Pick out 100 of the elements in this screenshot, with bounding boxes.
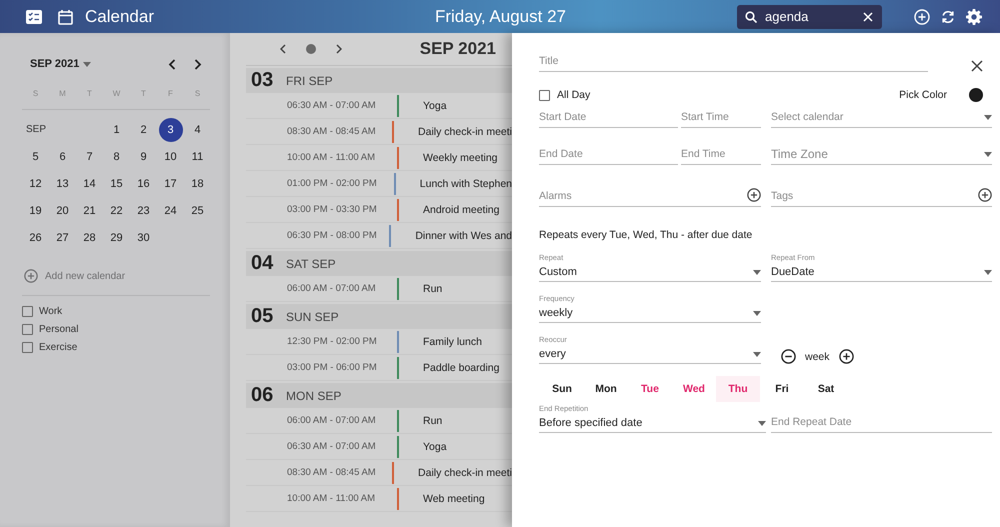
event-title[interactable]: Web meeting bbox=[423, 492, 485, 504]
close-icon[interactable] bbox=[971, 60, 983, 72]
checkbox[interactable] bbox=[22, 324, 33, 335]
calendar-day[interactable]: 15 bbox=[110, 172, 123, 196]
start-date-field[interactable]: Start Date bbox=[539, 106, 678, 128]
calendar-select[interactable]: Select calendar bbox=[771, 106, 992, 128]
event-title[interactable]: Dinner with Wes and bbox=[415, 230, 512, 242]
previous-button[interactable] bbox=[280, 42, 286, 56]
event-time: 08:30 AM - 08:45 AM bbox=[286, 126, 377, 137]
calendar-day[interactable]: 14 bbox=[83, 172, 96, 196]
event-title[interactable]: Android meeting bbox=[423, 204, 500, 216]
calendar-day[interactable]: 8 bbox=[113, 144, 120, 168]
calendar-day[interactable]: 19 bbox=[29, 198, 42, 222]
checkbox[interactable] bbox=[22, 306, 33, 317]
calendar-day[interactable]: 10 bbox=[164, 144, 177, 168]
calendar-day[interactable]: 5 bbox=[32, 144, 39, 168]
plus-circle-icon[interactable] bbox=[747, 188, 761, 202]
weekday-toggle[interactable]: Fri bbox=[760, 376, 804, 402]
day-label: FRI SEP bbox=[286, 74, 333, 88]
time-zone-select[interactable]: Time Zone bbox=[771, 143, 992, 165]
chevron-left-icon[interactable] bbox=[168, 58, 176, 70]
calendar-day[interactable]: 4 bbox=[194, 118, 201, 142]
calendar-day[interactable]: 22 bbox=[110, 198, 123, 222]
calendar-day[interactable]: 16 bbox=[137, 172, 150, 196]
next-button[interactable] bbox=[336, 42, 342, 56]
start-time-field[interactable]: Start Time bbox=[681, 106, 761, 128]
weekday-toggle[interactable]: Thu bbox=[716, 376, 760, 402]
end-time-field[interactable]: End Time bbox=[681, 143, 761, 165]
event-time: 10:00 AM - 11:00 AM bbox=[286, 493, 376, 504]
sync-icon[interactable] bbox=[940, 8, 956, 24]
interval-unit: week bbox=[805, 350, 830, 362]
event-title[interactable]: Weekly meeting bbox=[423, 152, 498, 164]
calendar-name: Exercise bbox=[39, 342, 78, 353]
event-time: 03:00 PM - 03:30 PM bbox=[286, 204, 378, 215]
calendar-day[interactable]: 17 bbox=[164, 172, 177, 196]
calendar-day[interactable]: 30 bbox=[137, 226, 150, 250]
chevron-right-icon[interactable] bbox=[194, 58, 202, 70]
calendar-day[interactable]: 12 bbox=[29, 172, 42, 196]
event-title[interactable]: Daily check-in meeti bbox=[418, 126, 512, 138]
calendar-day[interactable]: 3 bbox=[158, 118, 182, 142]
weekday-toggle[interactable]: Tue bbox=[628, 376, 672, 402]
alarms-field[interactable]: Alarms bbox=[539, 185, 761, 207]
title-field[interactable]: Title bbox=[539, 50, 928, 72]
checkbox[interactable] bbox=[539, 90, 550, 100]
event-title[interactable]: Run bbox=[423, 414, 442, 426]
calendar-day[interactable]: 9 bbox=[140, 144, 147, 168]
event-title[interactable]: Run bbox=[423, 282, 442, 294]
today-button[interactable] bbox=[306, 44, 316, 54]
weekday-toggle[interactable]: Wed bbox=[672, 376, 716, 402]
search-icon bbox=[745, 10, 757, 22]
calendar-day[interactable]: 27 bbox=[56, 226, 69, 250]
calendar-day[interactable]: 2 bbox=[140, 118, 147, 142]
event-time: 01:00 PM - 02:00 PM bbox=[286, 178, 378, 189]
event-time: 06:30 AM - 07:00 AM bbox=[286, 100, 377, 111]
event-title[interactable]: Paddle boarding bbox=[423, 362, 500, 374]
search-field[interactable]: agenda bbox=[737, 4, 882, 28]
plus-circle-icon[interactable] bbox=[978, 188, 992, 202]
color-swatch[interactable] bbox=[969, 88, 983, 102]
weekday-label: T bbox=[140, 88, 147, 100]
calendar-day[interactable]: 25 bbox=[191, 198, 204, 222]
weekday-toggle[interactable]: Mon bbox=[584, 376, 628, 402]
weekday-toggle[interactable]: Sun bbox=[540, 376, 584, 402]
calendar-day[interactable]: 18 bbox=[191, 172, 204, 196]
checklist-icon[interactable] bbox=[26, 10, 42, 24]
end-date-field[interactable]: End Date bbox=[539, 143, 678, 165]
event-time: 12:30 PM - 02:00 PM bbox=[286, 336, 378, 347]
calendar-day[interactable]: 20 bbox=[56, 198, 69, 222]
day-number: 03 bbox=[250, 69, 274, 92]
settings-icon[interactable] bbox=[966, 8, 982, 24]
calendar-icon[interactable] bbox=[58, 8, 73, 24]
event-title[interactable]: Daily check-in meeti bbox=[418, 466, 512, 478]
event-time: 06:30 PM - 08:00 PM bbox=[286, 230, 378, 241]
calendar-day[interactable]: 23 bbox=[137, 198, 150, 222]
checkbox[interactable] bbox=[22, 342, 33, 353]
plus-circle-icon[interactable] bbox=[838, 349, 854, 364]
minus-circle-icon[interactable] bbox=[781, 349, 796, 364]
calendar-name: Personal bbox=[39, 324, 78, 335]
end-repeat-date-field[interactable]: End Repeat Date bbox=[771, 411, 992, 433]
calendar-day[interactable]: 11 bbox=[192, 144, 204, 168]
calendar-day[interactable]: 29 bbox=[110, 226, 123, 250]
calendar-day[interactable]: 26 bbox=[29, 226, 42, 250]
calendar-day[interactable]: 28 bbox=[83, 226, 96, 250]
event-title[interactable]: Yoga bbox=[423, 100, 447, 112]
weekday-toggle[interactable]: Sat bbox=[804, 376, 848, 402]
calendar-day[interactable]: 6 bbox=[59, 144, 66, 168]
month-label: SEP bbox=[25, 123, 48, 137]
calendar-day[interactable]: 7 bbox=[86, 144, 93, 168]
calendar-day[interactable]: 13 bbox=[56, 172, 69, 196]
repeat-summary: Repeats every Tue, Wed, Thu - after due date bbox=[539, 229, 754, 241]
event-title[interactable]: Lunch with Stephen bbox=[420, 178, 512, 190]
calendar-day[interactable]: 21 bbox=[83, 198, 96, 222]
event-time: 08:30 AM - 08:45 AM bbox=[286, 467, 377, 478]
event-title[interactable]: Family lunch bbox=[423, 336, 482, 348]
calendar-day[interactable]: 1 bbox=[113, 118, 120, 142]
calendar-day[interactable]: 24 bbox=[164, 198, 177, 222]
day-label: SUN SEP bbox=[286, 310, 339, 324]
month-picker[interactable]: SEP 2021 bbox=[30, 58, 92, 70]
tags-field[interactable]: Tags bbox=[771, 185, 992, 207]
caret-icon bbox=[984, 115, 992, 120]
event-title[interactable]: Yoga bbox=[423, 440, 447, 452]
